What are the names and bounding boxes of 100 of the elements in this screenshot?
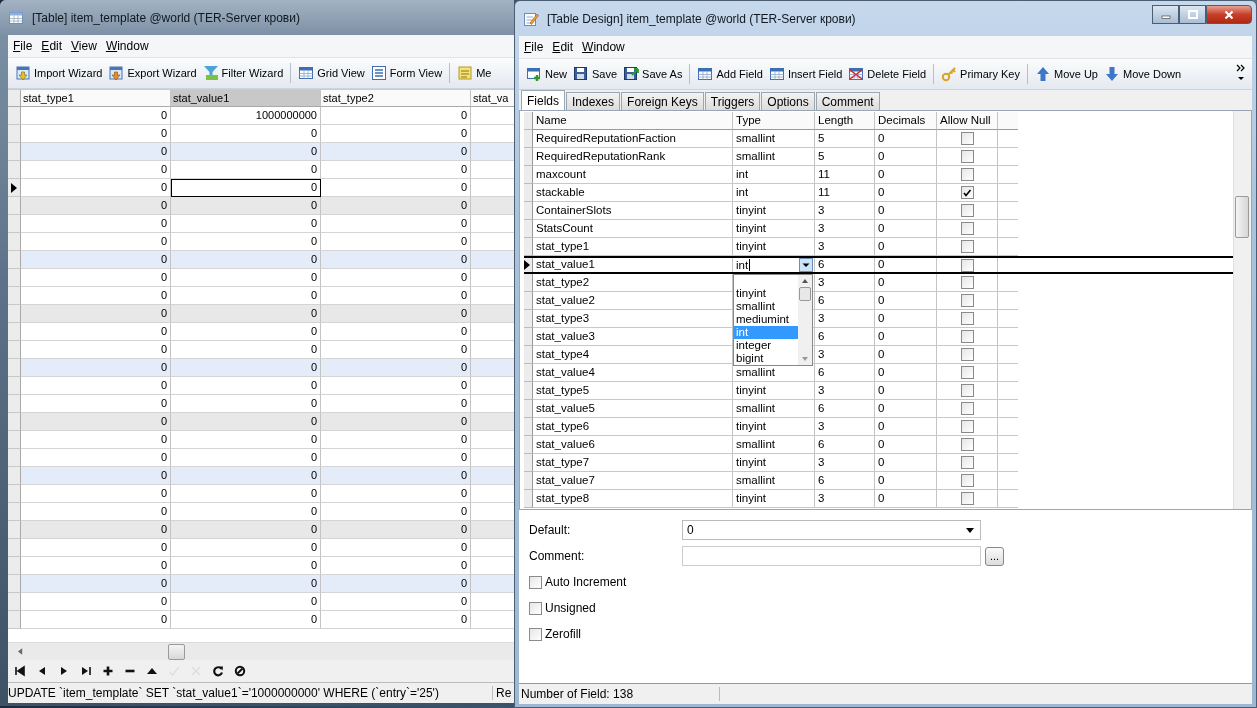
checkbox[interactable] — [529, 601, 542, 615]
column-header[interactable]: Name — [533, 112, 733, 130]
scrollbar-thumb[interactable] — [1235, 196, 1249, 238]
close-button[interactable] — [1206, 5, 1252, 24]
checkbox[interactable] — [960, 150, 974, 163]
scrollbar-thumb[interactable] — [799, 287, 811, 301]
checkbox[interactable] — [960, 366, 974, 379]
tab[interactable]: Foreign Keys — [621, 92, 704, 110]
checkbox[interactable] — [960, 222, 974, 235]
toolbar-button[interactable]: Export Wizard — [105, 63, 200, 83]
table-cell: int — [733, 184, 815, 202]
checkbox[interactable] — [960, 258, 974, 272]
checkbox[interactable] — [960, 168, 974, 181]
menu-item[interactable]: Window — [582, 40, 625, 54]
checkbox[interactable] — [529, 575, 542, 589]
checkbox[interactable] — [960, 294, 974, 307]
type-input-field[interactable]: int — [736, 258, 799, 272]
tab[interactable]: Options — [761, 92, 815, 110]
tab[interactable]: Comment — [815, 92, 880, 110]
overflow-chevron-icon[interactable] — [1236, 63, 1246, 83]
scrollbar-thumb[interactable] — [168, 644, 185, 660]
checkbox-label[interactable]: Zerofill — [545, 627, 581, 641]
column-header[interactable]: stat_type2 — [321, 90, 471, 107]
menu-item[interactable]: Edit — [552, 40, 574, 54]
toolbar-button[interactable]: Move Up — [1031, 64, 1101, 84]
toolbar-button[interactable]: Filter Wizard — [199, 63, 287, 83]
plus-icon[interactable] — [102, 665, 114, 677]
row-indicator[interactable] — [524, 258, 533, 272]
column-header[interactable]: stat_type1 — [21, 90, 171, 107]
toolbar-button[interactable]: Add Field — [694, 64, 766, 84]
menu-item[interactable]: File — [13, 39, 33, 53]
menu-item[interactable]: File — [524, 40, 544, 54]
default-dropdown[interactable]: 0 — [682, 520, 981, 540]
checkbox[interactable] — [960, 312, 974, 325]
table-cell: 6 — [815, 258, 875, 272]
menu-item[interactable]: Edit — [41, 39, 63, 53]
checkbox[interactable] — [960, 240, 974, 253]
checkbox[interactable] — [960, 456, 974, 469]
checkbox[interactable] — [960, 348, 974, 361]
stop-icon[interactable] — [234, 665, 246, 677]
checkbox[interactable] — [960, 186, 974, 199]
tab[interactable]: Fields — [521, 90, 565, 110]
table-cell: 0 — [171, 485, 321, 503]
refresh-icon[interactable] — [212, 665, 224, 677]
toolbar-button[interactable]: Import Wizard — [12, 63, 106, 83]
menu-item[interactable]: View — [71, 39, 97, 53]
table-cell: 0 — [321, 305, 471, 323]
menu-item[interactable]: Window — [105, 39, 149, 53]
checkbox[interactable] — [960, 330, 974, 343]
list-scrollbar[interactable] — [798, 275, 812, 365]
dropdown-button[interactable] — [799, 258, 813, 272]
checkbox[interactable] — [529, 627, 542, 641]
checkbox[interactable] — [960, 402, 974, 415]
dropdown-option[interactable]: integer — [734, 339, 798, 352]
toolbar-button[interactable]: Form View — [367, 63, 446, 83]
checkbox[interactable] — [960, 204, 974, 217]
toolbar-button[interactable]: Grid View — [295, 63, 368, 83]
toolbar-button[interactable]: Insert Field — [765, 64, 846, 84]
checkbox[interactable] — [960, 420, 974, 433]
row-indicator[interactable] — [8, 179, 21, 197]
column-header[interactable]: Allow Null — [937, 112, 998, 130]
vertical-scrollbar[interactable] — [1233, 111, 1251, 509]
last-icon[interactable] — [80, 665, 92, 677]
checkbox[interactable] — [960, 492, 974, 505]
toolbar-button[interactable]: Save — [570, 64, 621, 84]
column-header[interactable]: Decimals — [875, 112, 937, 130]
maximize-button[interactable] — [1179, 5, 1206, 24]
column-header[interactable]: Type — [733, 112, 815, 130]
dropdown-option[interactable]: mediumint — [734, 313, 798, 326]
scroll-left-icon[interactable] — [18, 648, 23, 655]
toolbar-button[interactable]: Me — [454, 63, 495, 83]
checkbox[interactable] — [960, 474, 974, 487]
tab[interactable]: Indexes — [566, 92, 621, 110]
dropdown-arrow-icon[interactable] — [966, 527, 974, 533]
horizontal-scrollbar[interactable] — [8, 642, 514, 660]
minimize-button[interactable] — [1152, 5, 1179, 24]
toolbar-button[interactable]: Primary Key — [938, 64, 1023, 84]
scroll-down-icon[interactable] — [801, 356, 809, 362]
toolbar-button[interactable]: Delete Field — [845, 64, 930, 84]
toolbar-button[interactable]: Move Down — [1101, 64, 1185, 84]
dropdown-option[interactable]: smallint — [734, 300, 798, 313]
checkbox-label[interactable]: Auto Increment — [545, 575, 627, 589]
checkbox[interactable] — [960, 276, 974, 289]
column-header[interactable]: stat_value1 — [171, 90, 321, 107]
checkbox[interactable] — [960, 384, 974, 397]
dropdown-option[interactable]: bigint — [734, 352, 798, 365]
scroll-up-icon[interactable] — [801, 278, 809, 284]
checkbox[interactable] — [960, 438, 974, 451]
dropdown-option[interactable]: tinyint — [734, 287, 798, 300]
table-cell: 0 — [875, 382, 937, 400]
checkbox-label[interactable]: Unsigned — [545, 601, 596, 615]
ellipsis-button[interactable]: ... — [985, 546, 1004, 566]
checkbox[interactable] — [960, 132, 974, 145]
first-icon[interactable] — [14, 665, 26, 677]
tab[interactable]: Triggers — [704, 92, 761, 110]
toolbar-button[interactable]: New — [523, 64, 570, 84]
column-header[interactable]: Length — [815, 112, 875, 130]
table-cell: 0 — [171, 359, 321, 377]
toolbar-button[interactable]: Save As — [620, 64, 686, 84]
comment-input-field[interactable] — [682, 546, 981, 566]
